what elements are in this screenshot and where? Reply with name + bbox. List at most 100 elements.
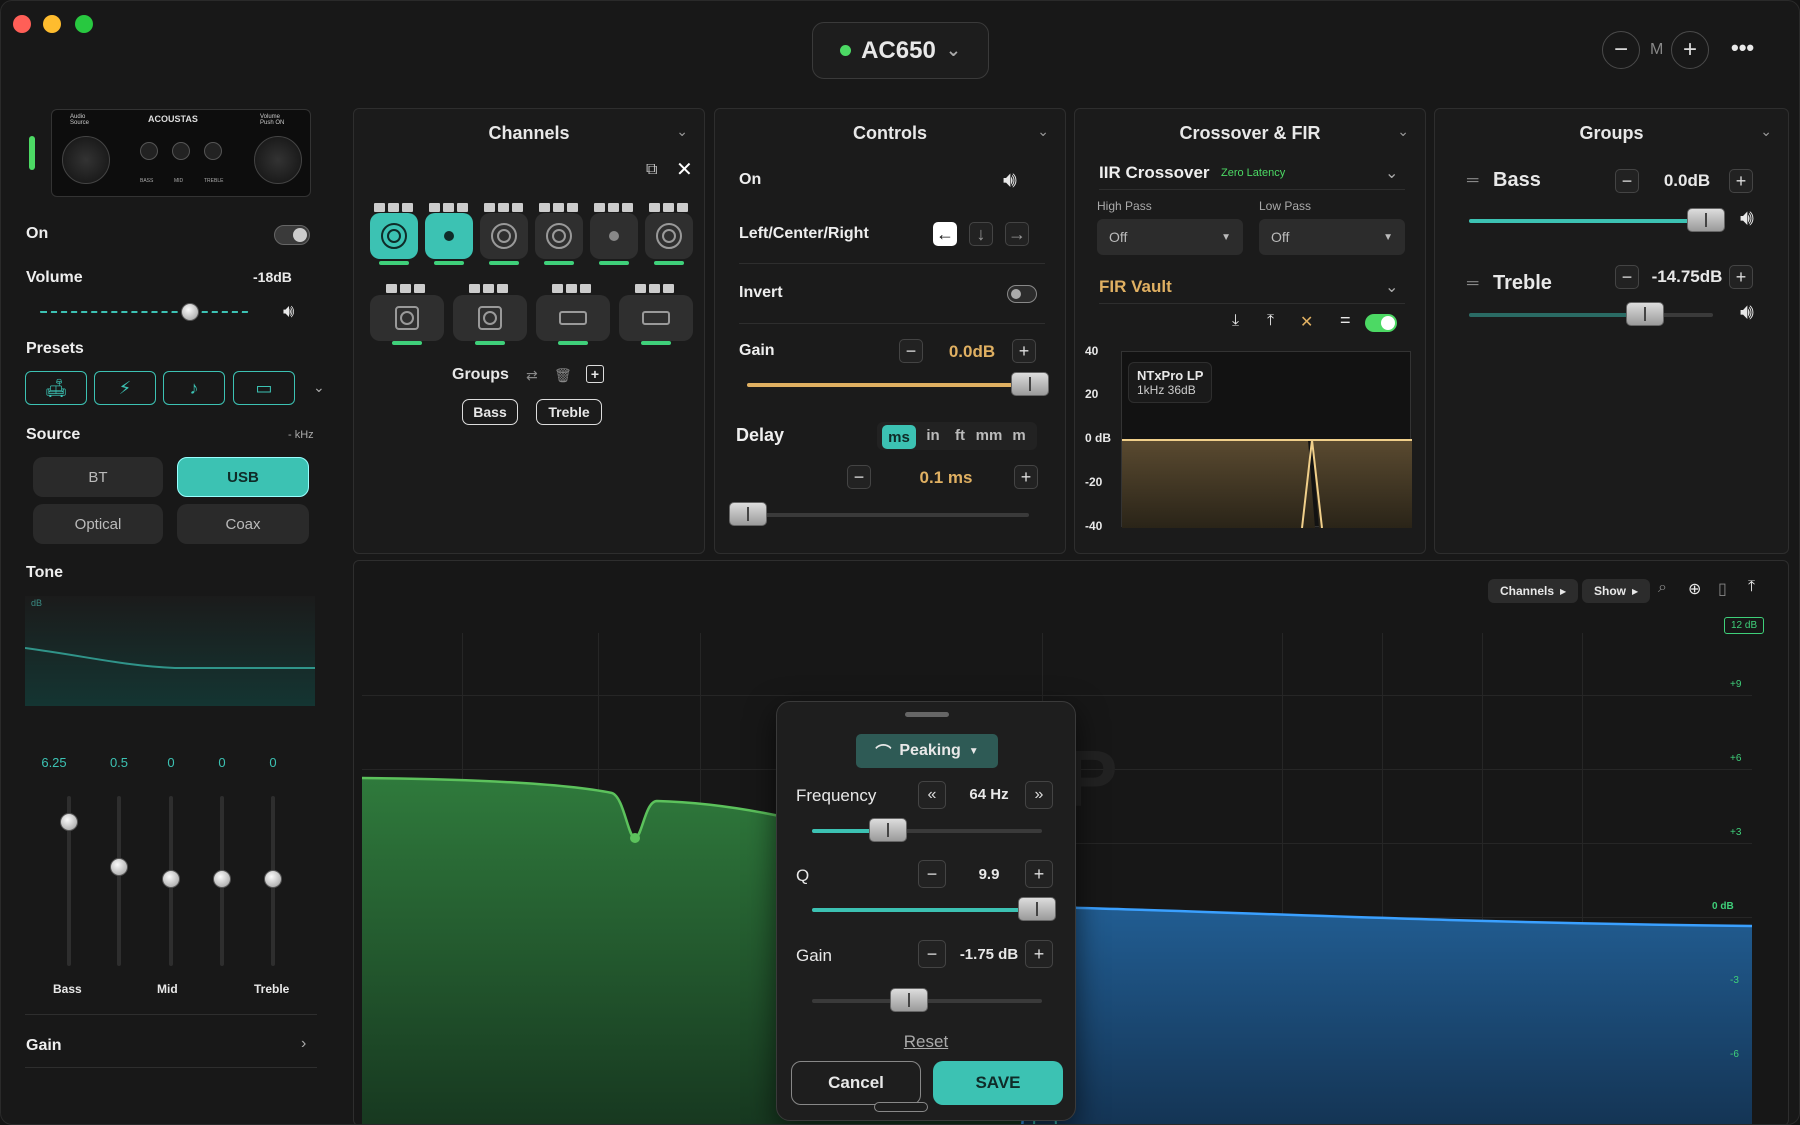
fir-toggle[interactable] xyxy=(1365,314,1397,332)
preset-guitar-button[interactable]: ♪ xyxy=(163,371,225,405)
chevron-down-icon[interactable]: ⌄ xyxy=(1385,163,1398,183)
frequency-increase-button[interactable]: » xyxy=(1025,781,1053,809)
volume-slider-handle[interactable] xyxy=(181,303,200,321)
channel-5[interactable] xyxy=(590,213,638,259)
download-icon[interactable]: ⤓ xyxy=(1232,312,1239,330)
trash-icon[interactable]: 🗑︎ xyxy=(554,367,572,384)
tone-slider-4[interactable] xyxy=(213,796,231,966)
chevron-down-icon[interactable]: ⌄ xyxy=(1037,123,1049,140)
search-icon[interactable]: ⌕ xyxy=(1658,579,1667,597)
save-button[interactable]: SAVE xyxy=(933,1061,1063,1105)
gain-decrease-button[interactable]: − xyxy=(899,339,923,363)
db-range-badge[interactable]: 12 dB xyxy=(1724,617,1765,634)
zoom-window-button[interactable] xyxy=(75,15,93,33)
channel-4[interactable] xyxy=(535,213,583,259)
group-treble-value[interactable]: -14.75dB xyxy=(1641,267,1733,287)
crossover-icon[interactable]: ✕ xyxy=(1300,312,1313,332)
delay-unit-m[interactable]: m xyxy=(1007,427,1031,444)
cancel-button[interactable]: Cancel xyxy=(791,1061,921,1105)
device-selector[interactable]: AC650 ⌄ xyxy=(812,22,989,79)
down-arrow-button[interactable]: ↓ xyxy=(969,222,993,246)
controls-gain-handle[interactable] xyxy=(1011,372,1049,396)
group-treble-increase[interactable]: + xyxy=(1729,265,1753,289)
controls-gain-value[interactable]: 0.0dB xyxy=(931,342,1013,362)
eq-channels-button[interactable]: Channels ▶ xyxy=(1488,579,1579,603)
right-arrow-button[interactable]: → xyxy=(1005,222,1029,246)
presets-chevron-icon[interactable]: ⌄ xyxy=(313,379,325,396)
popup-gain-value[interactable]: -1.75 dB xyxy=(943,946,1035,963)
frequency-decrease-button[interactable]: « xyxy=(918,781,946,809)
zoom-out-button[interactable]: − xyxy=(1602,31,1640,69)
close-window-button[interactable] xyxy=(13,15,31,33)
channel-8[interactable] xyxy=(453,295,527,341)
group-bass-value[interactable]: 0.0dB xyxy=(1645,171,1729,191)
eq-show-button[interactable]: Show ▶ xyxy=(1582,579,1651,603)
close-icon[interactable]: ✕ xyxy=(676,157,693,182)
speaker-icon[interactable]: 🔊︎ xyxy=(1740,299,1754,325)
reset-button[interactable]: Reset xyxy=(777,1032,1075,1052)
channel-9[interactable] xyxy=(536,295,610,341)
channel-2[interactable] xyxy=(425,213,473,259)
source-bt-button[interactable]: BT xyxy=(33,457,163,497)
delay-increase-button[interactable]: + xyxy=(1014,465,1038,489)
delay-unit-ft[interactable]: ft xyxy=(948,427,972,444)
high-pass-select[interactable]: Off ▼ xyxy=(1097,219,1243,255)
channel-1[interactable] xyxy=(370,213,418,259)
swap-icon[interactable]: ⇄ xyxy=(526,367,538,384)
preset-bolt-button[interactable]: ⚡︎ xyxy=(94,371,156,405)
popup-drag-handle[interactable] xyxy=(905,712,949,717)
speaker-icon[interactable]: 🔊︎ xyxy=(1003,167,1017,193)
group-treble-decrease[interactable]: − xyxy=(1615,265,1639,289)
mouse-icon[interactable]: ▯ xyxy=(1718,579,1727,599)
equal-icon[interactable]: = xyxy=(1340,310,1351,331)
copy-icon[interactable]: ⧉ xyxy=(646,161,657,179)
channel-3[interactable] xyxy=(480,213,528,259)
source-coax-button[interactable]: Coax xyxy=(177,504,309,544)
popup-gain-handle[interactable] xyxy=(889,988,928,1012)
frequency-value[interactable]: 64 Hz xyxy=(947,786,1031,803)
group-treble-handle[interactable] xyxy=(1625,302,1664,326)
group-bass-decrease[interactable]: − xyxy=(1615,169,1639,193)
drag-handle-icon[interactable]: ═ xyxy=(1467,172,1478,190)
delay-slider[interactable] xyxy=(729,502,1029,526)
q-value[interactable]: 9.9 xyxy=(947,866,1031,883)
speaker-icon[interactable]: 🔊︎ xyxy=(283,301,294,322)
source-optical-button[interactable]: Optical xyxy=(33,504,163,544)
group-bass-slider[interactable] xyxy=(1469,208,1725,232)
channel-10[interactable] xyxy=(619,295,693,341)
frequency-slider[interactable] xyxy=(812,818,1042,842)
channel-6[interactable] xyxy=(645,213,693,259)
chevron-down-icon[interactable]: ⌄ xyxy=(1760,123,1772,140)
preset-car-button[interactable]: ▭ xyxy=(233,371,295,405)
gain-increase-button[interactable]: + xyxy=(1012,339,1036,363)
low-pass-select[interactable]: Off ▼ xyxy=(1259,219,1405,255)
tone-slider-1[interactable] xyxy=(60,796,78,966)
frequency-handle[interactable] xyxy=(868,818,907,842)
delay-unit-ms[interactable]: ms xyxy=(882,425,916,449)
drag-handle-icon[interactable]: ═ xyxy=(1467,275,1478,293)
group-bass-handle[interactable] xyxy=(1686,208,1725,232)
left-arrow-button[interactable]: ← xyxy=(933,222,957,246)
q-handle[interactable] xyxy=(1018,897,1057,921)
delay-unit-in[interactable]: in xyxy=(921,427,945,444)
q-slider[interactable] xyxy=(812,897,1057,921)
power-toggle[interactable] xyxy=(274,225,310,245)
channel-7[interactable] xyxy=(370,295,444,341)
popup-bottom-handle[interactable] xyxy=(874,1102,928,1112)
popup-gain-decrease-button[interactable]: − xyxy=(918,940,946,968)
more-menu-icon[interactable]: ••• xyxy=(1731,35,1754,61)
delay-value[interactable]: 0.1 ms xyxy=(879,468,1013,488)
popup-gain-slider[interactable] xyxy=(812,988,1042,1012)
export-icon[interactable]: ⤒ xyxy=(1748,578,1755,596)
preset-sofa-button[interactable]: 🛋︎ xyxy=(25,371,87,405)
source-usb-button[interactable]: USB xyxy=(177,457,309,497)
group-treble-slider[interactable] xyxy=(1469,302,1713,326)
group-bass-increase[interactable]: + xyxy=(1729,169,1753,193)
delay-decrease-button[interactable]: − xyxy=(847,465,871,489)
q-decrease-button[interactable]: − xyxy=(918,860,946,888)
add-group-icon[interactable]: + xyxy=(586,365,604,383)
chevron-down-icon[interactable]: ⌄ xyxy=(1385,277,1398,297)
speaker-icon[interactable]: 🔊︎ xyxy=(1740,205,1754,231)
tone-slider-3[interactable] xyxy=(162,796,180,966)
minimize-window-button[interactable] xyxy=(43,15,61,33)
